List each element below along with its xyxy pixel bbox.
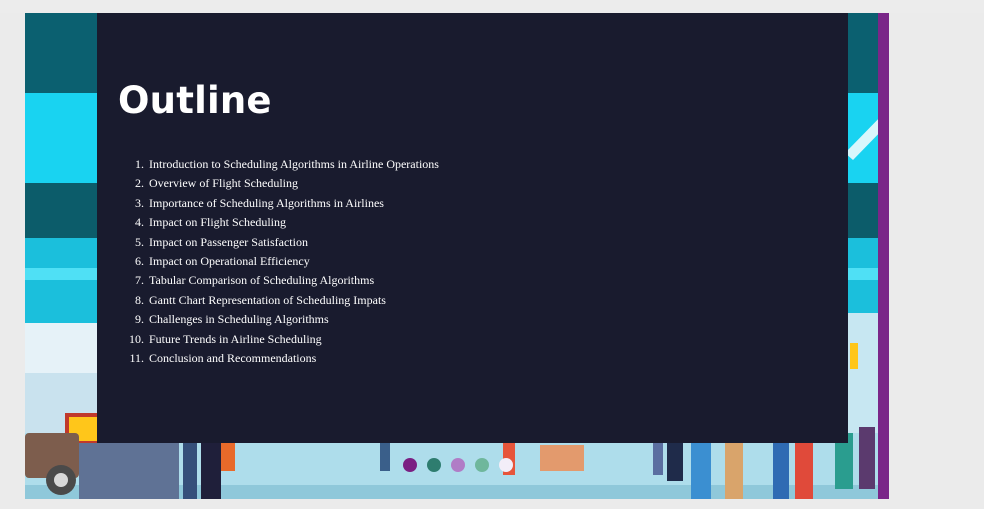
slide: Outline 1. Introduction to Scheduling Alg… [25,13,889,499]
list-item: 4. Impact on Flight Scheduling [135,215,286,230]
pagination-dot-1[interactable] [403,458,417,472]
list-item: 10. Future Trends in Airline Scheduling [129,331,322,346]
accent-border [878,13,889,499]
list-item: 5. Impact on Passenger Satisfaction [135,234,308,249]
list-item: 6. Impact on Operational Efficiency [135,253,310,268]
pagination-dot-4[interactable] [475,458,489,472]
list-item-text: Tabular Comparison of Scheduling Algorit… [149,273,375,288]
list-item: 3. Importance of Scheduling Algorithms in… [135,195,384,210]
pagination-dot-2[interactable] [427,458,441,472]
list-item-text: Conclusion and Recommendations [149,350,317,365]
list-item: 2. Overview of Flight Scheduling [135,176,298,191]
list-item: 9. Challenges in Scheduling Algorithms [135,312,329,327]
list-item-text: Importance of Scheduling Algorithms in A… [149,195,384,210]
pagination-dot-5[interactable] [499,458,513,472]
list-item-text: Overview of Flight Scheduling [149,176,298,191]
browser-top-strip [0,0,984,13]
list-item-text: Impact on Operational Efficiency [149,253,310,268]
slide-pagination [403,458,513,472]
list-item: 7. Tabular Comparison of Scheduling Algor… [135,273,375,288]
list-item-text: Impact on Passenger Satisfaction [149,234,308,249]
list-item-text: Challenges in Scheduling Algorithms [149,312,329,327]
list-item-text: Future Trends in Airline Scheduling [149,331,322,346]
list-item-text: Impact on Flight Scheduling [149,215,286,230]
list-item: 11. Conclusion and Recommendations [129,350,317,365]
slide-title: Outline [118,79,272,122]
outline-list: 1. Introduction to Scheduling Algorithms … [118,155,439,368]
list-item: 1. Introduction to Scheduling Algorithms … [135,157,439,171]
pagination-dot-3[interactable] [451,458,465,472]
list-item-text: Introduction to Scheduling Algorithms in… [149,157,439,171]
list-item-text: Gantt Chart Representation of Scheduling… [149,292,386,307]
outline-panel: Outline 1. Introduction to Scheduling Alg… [97,13,848,443]
list-item: 8. Gantt Chart Representation of Scheduli… [135,292,386,307]
